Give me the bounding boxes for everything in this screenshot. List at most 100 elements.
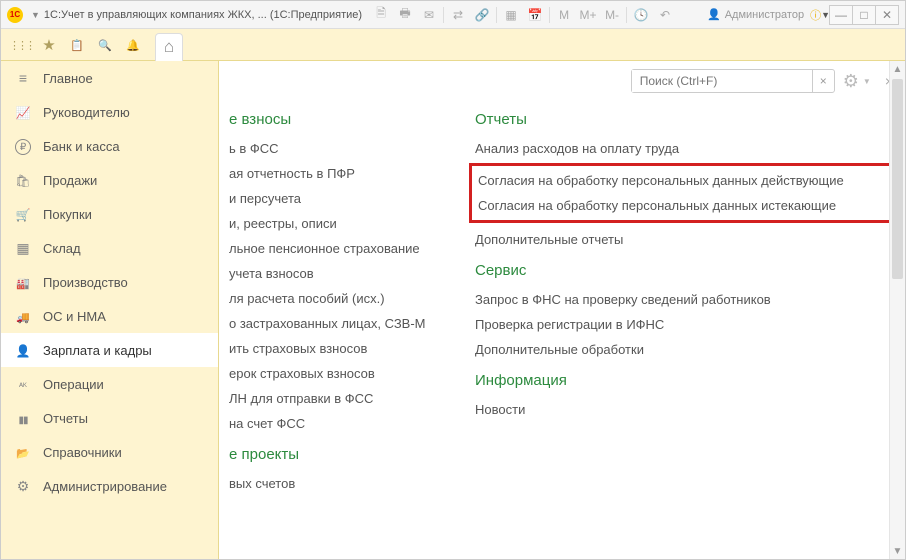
section-1[interactable]: Сервис (475, 262, 893, 279)
left-link-4[interactable]: льное пенсионное страхование (229, 236, 463, 261)
scroll-thumb[interactable] (892, 79, 903, 279)
scroll-down-icon[interactable]: ▼ (890, 543, 905, 559)
apps-grid-icon[interactable] (7, 31, 35, 59)
content-panel: × ⚙ ▼ × е взносы ь в ФССая отчетность в П… (219, 61, 905, 559)
right-0-2[interactable]: Согласия на обработку персональных данны… (478, 193, 890, 218)
sidebar-item-label: Зарплата и кадры (43, 343, 152, 358)
content-body: е взносы ь в ФССая отчетность в ПФРи перс… (219, 101, 905, 559)
clipboard-icon[interactable] (63, 31, 91, 59)
sidebar-item-2[interactable]: Банк и касса (1, 129, 218, 163)
settings-dropdown-icon[interactable]: ▼ (863, 77, 871, 86)
right-0-1[interactable]: Согласия на обработку персональных данны… (478, 168, 890, 193)
sidebar-item-6[interactable]: Производство (1, 265, 218, 299)
i-person-icon (15, 342, 31, 358)
favorites-icon[interactable] (35, 31, 63, 59)
left-link-3[interactable]: и, реестры, описи (229, 211, 463, 236)
i-gear-icon (15, 478, 31, 495)
left-link-9[interactable]: ерок страховых взносов (229, 361, 463, 386)
left-link-6[interactable]: ля расчета пособий (исх.) (229, 286, 463, 311)
content-toolbar: × ⚙ ▼ × (219, 61, 905, 101)
sidebar-item-10[interactable]: Отчеты (1, 401, 218, 435)
user-icon: 👤 (707, 8, 721, 21)
right-0-0[interactable]: Анализ расходов на оплату труда (475, 136, 893, 161)
scroll-up-icon[interactable]: ▲ (890, 61, 905, 77)
search-icon[interactable] (91, 31, 119, 59)
i-cart-icon (15, 206, 31, 222)
section-projects[interactable]: е проекты (229, 446, 463, 463)
right-0-3[interactable]: Дополнительные отчеты (475, 227, 893, 252)
i-truck-icon (15, 308, 31, 324)
sidebar-item-1[interactable]: Руководителю (1, 95, 218, 129)
i-book-icon (15, 444, 31, 460)
left-link-1[interactable]: ая отчетность в ПФР (229, 161, 463, 186)
sidebar-item-label: Производство (43, 275, 128, 290)
i-bag-icon (15, 172, 31, 188)
highlighted-links: Согласия на обработку персональных данны… (469, 163, 899, 223)
info-icon[interactable]: ⓘ (810, 7, 821, 23)
close-button[interactable]: ✕ (875, 5, 899, 25)
settings-gear-icon[interactable]: ⚙ (843, 71, 859, 92)
search-clear-button[interactable]: × (812, 70, 834, 92)
m-icon[interactable]: M (553, 5, 575, 25)
left-link-10[interactable]: ЛН для отправки в ФСС (229, 386, 463, 411)
sidebar: Главное Руководителю Банк и касса Продажи По… (1, 61, 219, 559)
sidebar-item-5[interactable]: Склад (1, 231, 218, 265)
sidebar-item-label: Руководителю (43, 105, 130, 120)
left-column: е взносы ь в ФССая отчетность в ПФРи перс… (219, 101, 463, 547)
left-link-11[interactable]: на счет ФСС (229, 411, 463, 436)
left-link-2[interactable]: и персучета (229, 186, 463, 211)
maximize-button[interactable]: □ (852, 5, 876, 25)
sidebar-item-label: Главное (43, 71, 93, 86)
sidebar-item-label: ОС и НМА (43, 309, 106, 324)
i-chart-icon (15, 104, 31, 120)
section-contributions[interactable]: е взносы (229, 111, 463, 128)
right-1-1[interactable]: Проверка регистрации в ИФНС (475, 312, 893, 337)
sidebar-item-0[interactable]: Главное (1, 61, 218, 95)
home-tab[interactable] (155, 33, 183, 61)
sidebar-item-label: Администрирование (43, 479, 167, 494)
left-link-7[interactable]: о застрахованных лицах, СЗВ-М (229, 311, 463, 336)
sidebar-item-12[interactable]: Администрирование (1, 469, 218, 503)
right-2-0[interactable]: Новости (475, 397, 893, 422)
calc-icon[interactable]: ▦ (500, 5, 522, 25)
left2-link-0[interactable]: вых счетов (229, 471, 463, 496)
notifications-icon[interactable] (119, 31, 147, 59)
user-indicator[interactable]: 👤 Администратор (707, 8, 804, 21)
back-icon[interactable]: ↶ (654, 5, 676, 25)
m-minus-icon[interactable]: M- (601, 5, 623, 25)
sidebar-item-9[interactable]: Операции (1, 367, 218, 401)
right-1-0[interactable]: Запрос в ФНС на проверку сведений работн… (475, 287, 893, 312)
sidebar-item-8[interactable]: Зарплата и кадры (1, 333, 218, 367)
right-1-2[interactable]: Дополнительные обработки (475, 337, 893, 362)
right-column: Отчеты Анализ расходов на оплату труда Сог… (463, 101, 893, 547)
sidebar-item-3[interactable]: Продажи (1, 163, 218, 197)
sidebar-item-label: Операции (43, 377, 104, 392)
sidebar-item-label: Склад (43, 241, 81, 256)
sidebar-item-7[interactable]: ОС и НМА (1, 299, 218, 333)
sidebar-item-label: Продажи (43, 173, 97, 188)
i-lines-icon (15, 70, 31, 86)
left-link-0[interactable]: ь в ФСС (229, 136, 463, 161)
vertical-scrollbar[interactable]: ▲ ▼ (889, 61, 905, 559)
sidebar-item-11[interactable]: Справочники (1, 435, 218, 469)
mail-icon[interactable]: ✉ (418, 5, 440, 25)
sidebar-item-4[interactable]: Покупки (1, 197, 218, 231)
sidebar-item-label: Справочники (43, 445, 122, 460)
minimize-button[interactable]: — (829, 5, 853, 25)
compare-icon[interactable]: ⇄ (447, 5, 469, 25)
i-ruble-icon (15, 137, 31, 156)
clock-icon[interactable]: 🕓 (630, 5, 652, 25)
section-0[interactable]: Отчеты (475, 111, 893, 128)
link-icon[interactable]: 🔗 (471, 5, 493, 25)
print-icon[interactable]: 🖶 (394, 5, 416, 25)
m-plus-icon[interactable]: M+ (577, 5, 599, 25)
calendar-icon[interactable]: 📅 (524, 5, 546, 25)
search-input[interactable] (632, 70, 812, 92)
window-title: 1С:Учет в управляющих компаниях ЖКХ, ...… (44, 9, 362, 21)
app-menu-dropdown-icon[interactable]: ▼ (31, 10, 40, 20)
i-bars-icon (15, 410, 31, 426)
left-link-8[interactable]: ить страховых взносов (229, 336, 463, 361)
section-2[interactable]: Информация (475, 372, 893, 389)
file-icon[interactable]: 🗎 (370, 5, 392, 25)
left-link-5[interactable]: учета взносов (229, 261, 463, 286)
